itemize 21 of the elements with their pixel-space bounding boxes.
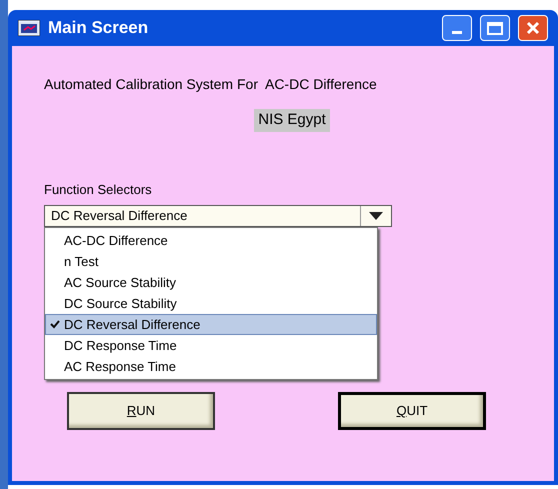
dropdown-option[interactable]: DC Reversal Difference — [45, 314, 377, 335]
dropdown-option[interactable]: n Test — [45, 251, 377, 272]
minimize-button[interactable] — [442, 15, 472, 41]
dropdown-option[interactable]: AC Source Stability — [45, 272, 377, 293]
dropdown-arrow-icon — [369, 212, 383, 220]
dropdown-option[interactable]: AC Response Time — [45, 356, 377, 377]
heading: Automated Calibration System For AC-DC Difference — [44, 75, 378, 94]
app-icon — [18, 20, 40, 36]
field-label: Function Selectors — [44, 180, 153, 198]
close-icon — [526, 21, 540, 35]
dropdown-option[interactable]: AC-DC Difference — [45, 230, 377, 251]
window-title: Main Screen — [48, 17, 150, 40]
dropdown-option[interactable]: DC Response Time — [45, 335, 377, 356]
function-dropdown[interactable]: DC Reversal Difference — [44, 205, 392, 227]
action-button[interactable]: RUN — [67, 392, 215, 430]
action-button[interactable]: QUIT — [338, 392, 486, 430]
check-icon — [50, 320, 60, 329]
maximize-button[interactable] — [480, 15, 510, 41]
organization-label: NIS Egypt — [254, 109, 330, 132]
close-button[interactable] — [518, 15, 548, 41]
dropdown-option[interactable]: DC Source Stability — [45, 293, 377, 314]
